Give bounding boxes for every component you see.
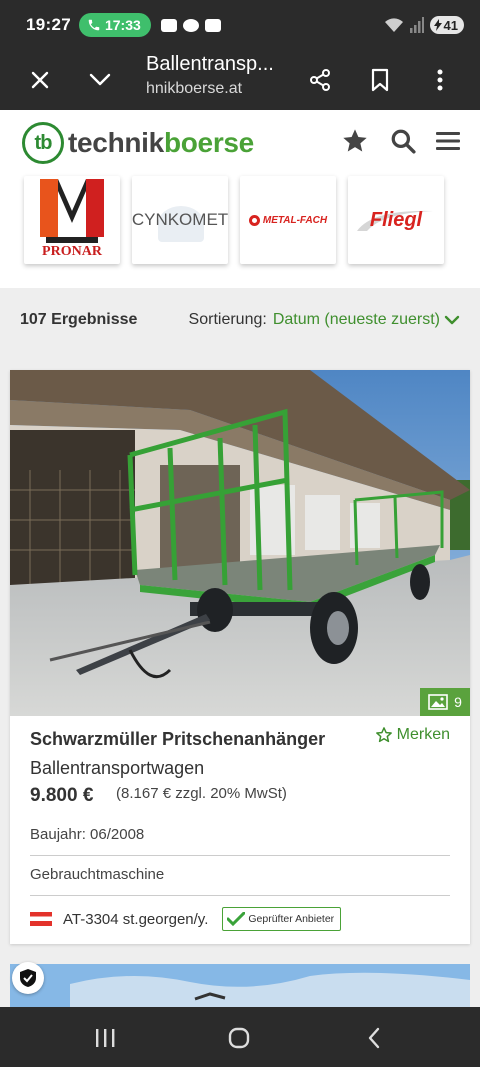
search-button[interactable]: [386, 124, 420, 158]
listing-price: 9.800 €: [30, 785, 94, 806]
photo-count-badge[interactable]: 9: [420, 688, 470, 716]
listing-location: AT-3304 st.georgen/y.: [63, 910, 209, 928]
brand-tile-pronar[interactable]: PRONAR: [24, 176, 120, 264]
page-url[interactable]: hnikboerse.at: [146, 80, 242, 98]
search-icon: [391, 129, 416, 154]
merken-label: Merken: [396, 726, 450, 743]
minimize-button[interactable]: [82, 62, 118, 98]
chevron-down-icon: [89, 73, 111, 86]
listing-card[interactable]: 9 Schwarzmüller Pritschenanhänger Merken…: [10, 370, 470, 944]
bookmark-icon: [371, 68, 389, 92]
back-icon: [368, 1027, 380, 1049]
image-icon: [428, 694, 448, 710]
listing-year: Baujahr: 06/2008: [30, 826, 450, 856]
star-outline-icon: [375, 727, 392, 743]
cast-icon: [204, 18, 221, 32]
star-icon: [343, 129, 367, 152]
youtube-icon: [160, 18, 177, 32]
bookmark-button[interactable]: [362, 62, 398, 98]
sort-label: Sortierung:: [188, 311, 267, 328]
share-button[interactable]: [302, 62, 338, 98]
ongoing-call-chip[interactable]: 17:33: [78, 13, 151, 37]
close-icon: [31, 71, 49, 89]
status-bar: 19:27 17:33 41: [0, 0, 480, 50]
favorites-button[interactable]: [338, 124, 372, 158]
page-title: Ballentransp...: [146, 53, 274, 75]
more-vert-icon: [437, 69, 443, 91]
phone-icon: [88, 19, 100, 31]
brand-tile-cynkomet[interactable]: CYNKOMET: [132, 176, 228, 264]
next-photo: [10, 964, 470, 1007]
listing-title[interactable]: Schwarzmüller Pritschenanhänger: [30, 729, 325, 750]
close-tab-button[interactable]: [22, 62, 58, 98]
sort-dropdown[interactable]: Datum (neueste zuerst): [273, 311, 440, 329]
share-icon: [310, 69, 330, 91]
austria-flag-icon: [30, 912, 52, 926]
verified-seller-badge: Geprüfter Anbieter: [222, 907, 342, 931]
logo-mark: tb: [22, 122, 64, 164]
brand-name: METAL-FACH: [262, 214, 328, 226]
site-header: tb technikboerse: [0, 110, 480, 176]
browser-toolbar: Ballentransp... hnikboerse.at: [0, 50, 480, 110]
results-bar: 107 Ergebnisse Sortierung: Datum (neuest…: [0, 296, 480, 344]
security-shield-button[interactable]: [12, 962, 44, 994]
listing-photo[interactable]: 9: [10, 370, 470, 716]
chat-icon: [182, 18, 199, 32]
listing-subtitle: Ballentransportwagen: [30, 758, 205, 778]
chevron-down-icon[interactable]: [444, 315, 460, 325]
hamburger-icon: [436, 132, 460, 150]
trailer-photo: [10, 370, 470, 716]
wifi-icon: [384, 18, 403, 32]
photo-count: 9: [454, 694, 462, 710]
result-count: 107 Ergebnisse: [20, 311, 138, 328]
listing-condition: Gebrauchtmaschine: [30, 866, 450, 896]
brand-name: CYNKOMET: [132, 210, 228, 229]
logo-text: technikboerse: [68, 127, 254, 158]
notification-icons: [160, 18, 221, 32]
listing-vat: (8.167 € zzgl. 20% MwSt): [116, 785, 287, 802]
more-options-button[interactable]: [422, 62, 458, 98]
home-icon: [228, 1027, 250, 1049]
merken-button[interactable]: Merken: [375, 726, 450, 744]
recents-icon: [96, 1029, 115, 1047]
system-nav-bar: [0, 1007, 480, 1067]
call-duration: 17:33: [104, 17, 141, 33]
home-button[interactable]: [222, 1021, 256, 1055]
shield-check-icon: [20, 969, 36, 987]
brand-tile-fliegl[interactable]: Fliegl: [348, 176, 444, 264]
battery-indicator: 41: [429, 16, 464, 34]
battery-level: 41: [443, 17, 458, 33]
brand-tile-metal-fach[interactable]: METAL-FACH: [240, 176, 336, 264]
recents-button[interactable]: [88, 1021, 122, 1055]
back-button[interactable]: [357, 1021, 391, 1055]
brand-name: Fliegl: [369, 208, 423, 231]
menu-button[interactable]: [431, 124, 465, 158]
verified-seller-label: Geprüfter Anbieter: [248, 913, 335, 925]
status-time: 19:27: [26, 15, 71, 34]
check-icon: [227, 912, 246, 926]
signal-icon: [409, 17, 424, 33]
brand-name: PRONAR: [42, 244, 102, 259]
bolt-icon: [433, 19, 442, 31]
listing-location-row: AT-3304 st.georgen/y. Geprüfter Anbieter: [30, 906, 450, 932]
metalfach-emblem: [248, 214, 260, 226]
site-logo[interactable]: tb technikboerse: [22, 122, 254, 164]
next-listing-photo[interactable]: [10, 964, 470, 1007]
brand-carousel: PRONAR CYNKOMET METAL-FACH Fliegl: [0, 176, 480, 288]
